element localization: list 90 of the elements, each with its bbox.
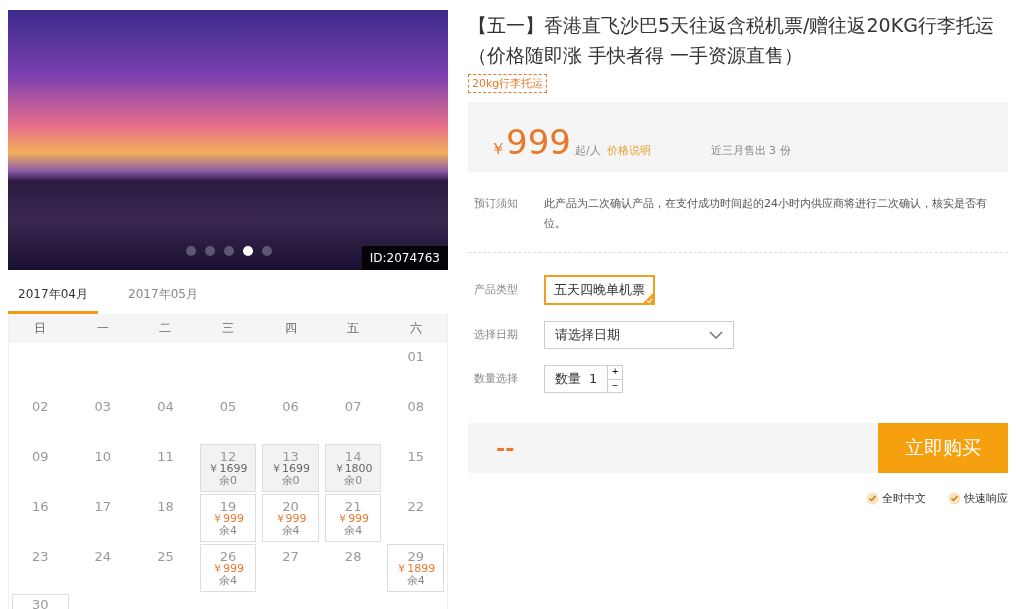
- date-dropdown[interactable]: 请选择日期: [544, 321, 734, 349]
- sales-count: 近三月售出 3 份: [710, 143, 791, 158]
- option-label: 产品类型: [473, 282, 519, 298]
- day-number: 28: [344, 551, 362, 563]
- price-amount: 999: [506, 122, 571, 162]
- day-number: 11: [157, 451, 174, 463]
- price-unit: 起/人: [574, 143, 601, 158]
- weekday-label: 六: [408, 320, 423, 337]
- day-number: 30: [32, 599, 49, 609]
- option-label: 数量选择: [473, 371, 519, 387]
- day-number: 02: [32, 401, 49, 413]
- day-number: 21: [344, 501, 362, 513]
- product-type-option[interactable]: 五天四晚单机票: [544, 275, 655, 305]
- day-number: 18: [157, 501, 174, 513]
- day-number: 07: [344, 401, 362, 413]
- day-stock: 余0: [219, 475, 237, 487]
- day-price: ￥1699: [271, 463, 311, 475]
- weekday-label: 日: [33, 320, 48, 337]
- carousel-dot[interactable]: [243, 246, 253, 256]
- weekday-label: 五: [346, 320, 361, 337]
- day-number: 25: [157, 551, 174, 563]
- day-price: ￥999: [212, 563, 244, 575]
- day-number: 03: [94, 401, 112, 413]
- weekday-label: 三: [221, 320, 235, 337]
- calendar-day[interactable]: 29 ￥1899 余4: [387, 544, 444, 592]
- month-tab[interactable]: 2017年05月: [118, 282, 208, 314]
- calendar-day[interactable]: 30: [12, 594, 69, 609]
- day-price: ￥1800: [333, 463, 373, 475]
- day-number: 05: [219, 401, 237, 413]
- calendar-day[interactable]: 13 ￥1699 余0: [262, 444, 319, 492]
- day-price: ￥999: [274, 513, 307, 525]
- day-number: 20: [282, 501, 299, 513]
- calendar-day[interactable]: 20 ￥999 余4: [262, 494, 319, 542]
- day-number: 13: [282, 451, 299, 463]
- day-number: 09: [32, 451, 49, 463]
- day-price: ￥1699: [208, 463, 248, 475]
- baggage-tag: 20kg行李托运: [468, 74, 548, 93]
- day-number: 06: [282, 401, 299, 413]
- carousel-dot[interactable]: [186, 246, 196, 256]
- day-number: 08: [407, 401, 424, 413]
- check-circle-icon: [948, 492, 961, 505]
- feature-label: 全时中文: [882, 491, 926, 506]
- day-number: 10: [94, 451, 112, 463]
- day-number: 19: [219, 501, 237, 513]
- day-number: 27: [282, 551, 299, 563]
- day-number: 24: [94, 551, 112, 563]
- day-number: 16: [32, 501, 49, 513]
- day-price: ￥999: [212, 513, 244, 525]
- day-stock: 余4: [219, 525, 237, 537]
- weekday-label: 一: [95, 320, 110, 337]
- day-number: 17: [94, 501, 112, 513]
- chevron-down-icon: [709, 331, 723, 339]
- day-number: 12: [219, 451, 237, 463]
- calendar-day[interactable]: 21 ￥999 余4: [324, 494, 382, 542]
- day-number: 22: [407, 501, 424, 513]
- day-stock: 余4: [281, 525, 300, 537]
- calendar-day[interactable]: 14 ￥1800 余0: [324, 444, 382, 492]
- weekday-label: 四: [283, 320, 298, 337]
- day-price: ￥999: [337, 513, 370, 525]
- calendar-day[interactable]: 26 ￥999 余4: [199, 544, 257, 592]
- check-circle-icon: [866, 492, 879, 505]
- day-stock: 余4: [219, 575, 237, 587]
- feature-label: 快速响应: [964, 491, 1008, 506]
- weekday-label: 二: [158, 320, 173, 337]
- day-stock: 余4: [406, 575, 425, 587]
- day-stock: 余4: [344, 525, 363, 537]
- total-price: --: [495, 435, 516, 461]
- carousel-dot[interactable]: [262, 246, 272, 256]
- notice-label: 预订须知: [473, 196, 519, 212]
- carousel-dot[interactable]: [224, 246, 234, 256]
- photo-id-label: ID:2074763: [361, 246, 448, 270]
- day-number: 23: [32, 551, 49, 563]
- option-label: 选择日期: [473, 327, 519, 343]
- quantity-label: 数量: [555, 370, 581, 388]
- day-number: 14: [344, 451, 362, 463]
- day-number: 04: [157, 401, 174, 413]
- carousel-dot[interactable]: [205, 246, 215, 256]
- day-number: 26: [219, 551, 237, 563]
- day-number: 15: [407, 451, 424, 463]
- product-title: 【五一】香港直飞沙巴5天往返含税机票/赠往返20KG行李托运（价格随即涨 手快者得 一手资源直售）: [468, 13, 995, 68]
- day-price: ￥1899: [396, 563, 436, 575]
- quantity-field[interactable]: 1: [589, 369, 598, 389]
- day-stock: 余0: [281, 475, 300, 487]
- day-stock: 余0: [344, 475, 363, 487]
- day-number: 01: [407, 351, 424, 363]
- calendar-day[interactable]: 12 ￥1699 余0: [199, 444, 257, 492]
- day-number: 29: [407, 551, 424, 563]
- currency-symbol: ￥: [490, 139, 506, 160]
- notice-text: 此产品为二次确认产品，在支付成功时间起的24小时内供应商将进行二次确认，核实是否有位。: [544, 196, 988, 232]
- calendar-day[interactable]: 19 ￥999 余4: [199, 494, 257, 542]
